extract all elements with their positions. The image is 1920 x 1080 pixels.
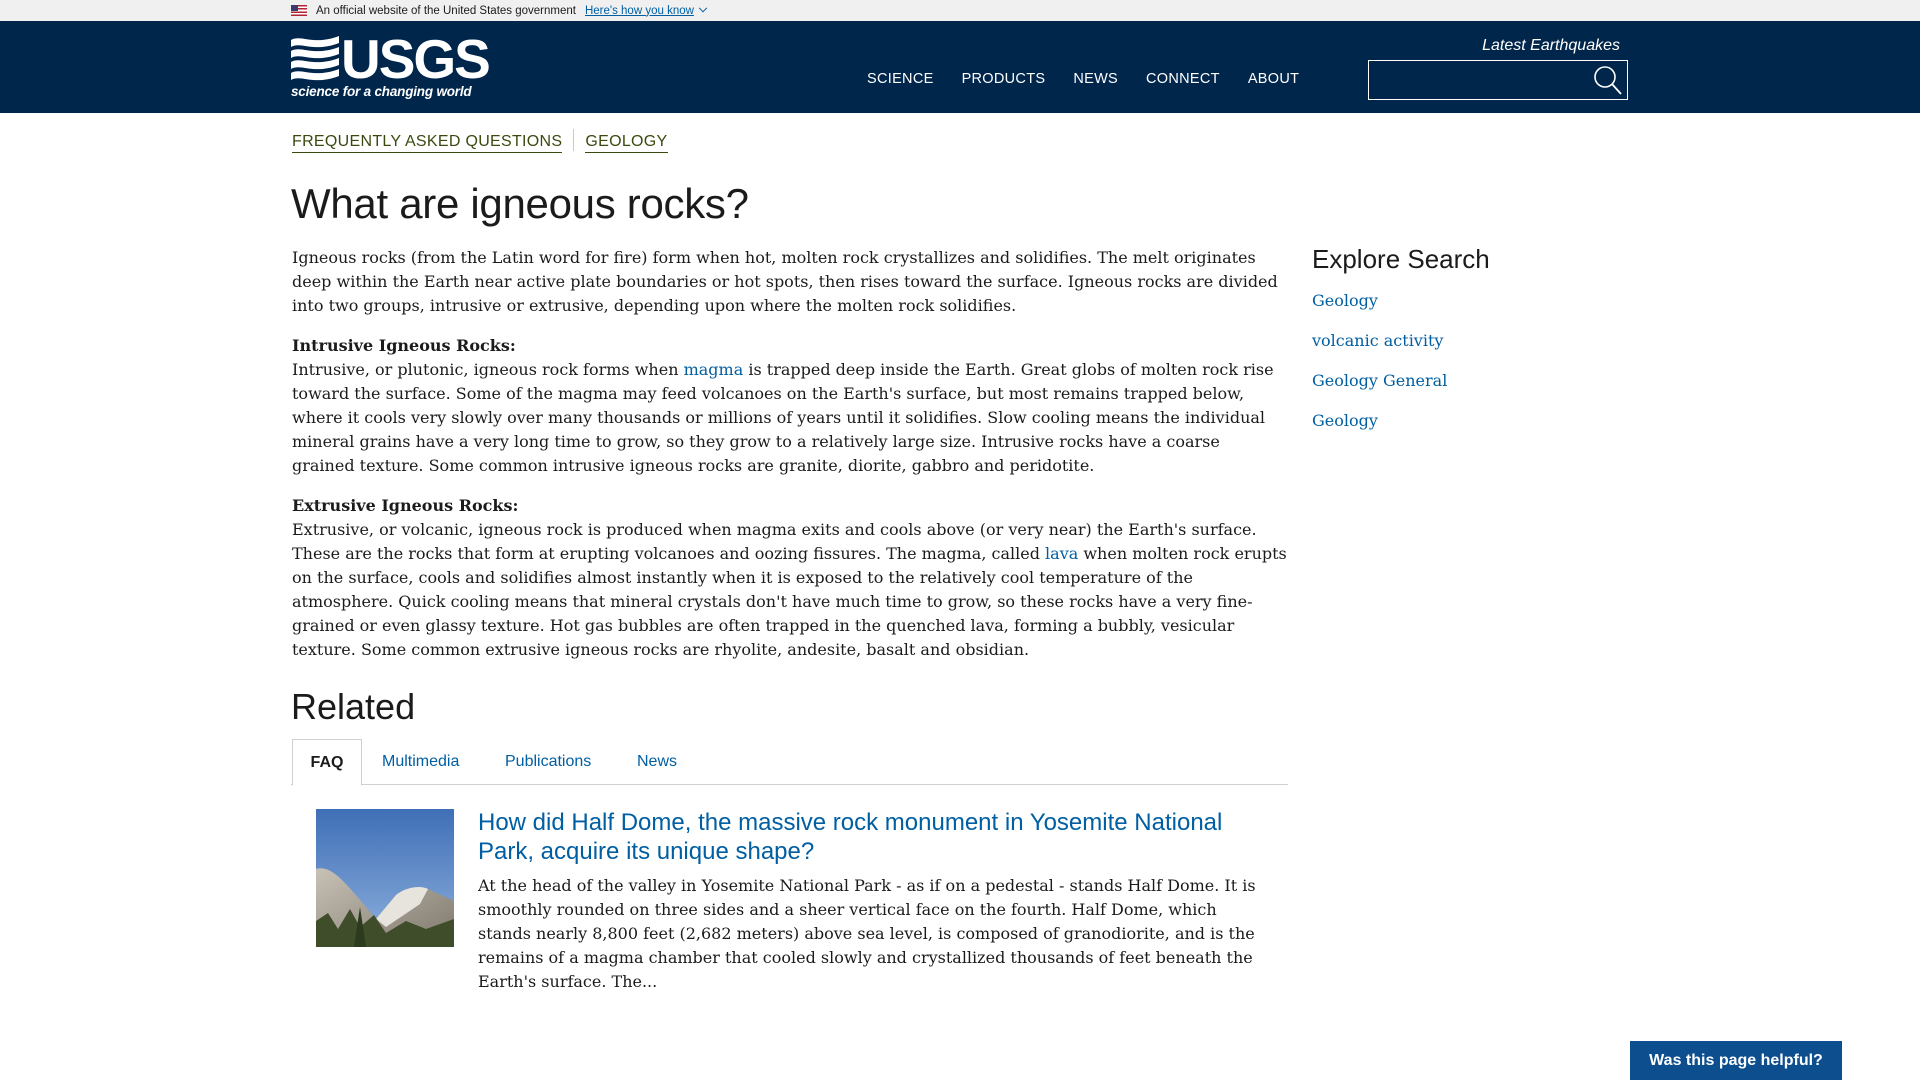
intrusive-heading: Intrusive Igneous Rocks: [292, 336, 516, 355]
usgs-logo[interactable]: USGS science for a changing world [291, 28, 491, 102]
breadcrumb-divider [573, 129, 575, 151]
site-header: USGS science for a changing world SCIENC… [0, 21, 1920, 113]
heres-how-you-know-link[interactable]: Here's how you know [585, 3, 708, 17]
breadcrumb-geology[interactable]: GEOLOGY [585, 133, 668, 153]
usgs-waves-icon [291, 36, 339, 81]
lava-link[interactable]: lava [1045, 544, 1078, 563]
logo-wordmark: USGS [341, 28, 491, 90]
search-button[interactable] [1587, 61, 1627, 99]
tab-faq[interactable]: FAQ [292, 739, 362, 786]
extrusive-heading: Extrusive Igneous Rocks: [292, 496, 519, 515]
half-dome-faq-summary: At the head of the valley in Yosemite Na… [478, 876, 1256, 991]
explore-link-geology-2[interactable]: Geology [1312, 411, 1447, 451]
half-dome-image [316, 809, 454, 947]
tab-publications[interactable]: Publications [505, 739, 591, 785]
nav-science[interactable]: SCIENCE [867, 71, 934, 87]
chevron-down-icon [698, 3, 708, 12]
explore-search-title: Explore Search [1312, 244, 1490, 274]
latest-earthquakes-link[interactable]: Latest Earthquakes [1482, 37, 1620, 55]
explore-link-geology[interactable]: Geology [1312, 291, 1447, 331]
magma-link[interactable]: magma [684, 360, 744, 379]
related-heading: Related [291, 686, 416, 727]
search-input[interactable] [1368, 60, 1628, 100]
search-icon [1594, 66, 1622, 95]
explore-link-geology-general[interactable]: Geology General [1312, 371, 1447, 411]
article-intro: Igneous rocks (from the Latin word for f… [292, 248, 1278, 315]
nav-connect[interactable]: CONNECT [1146, 71, 1220, 87]
heres-how-you-know-label[interactable]: Here's how you know [585, 5, 694, 17]
nav-products[interactable]: PRODUCTS [962, 71, 1046, 87]
extrusive-section: Extrusive Igneous Rocks: Extrusive, or v… [292, 494, 1287, 662]
breadcrumb: FREQUENTLY ASKED QUESTIONS GEOLOGY [292, 129, 668, 153]
half-dome-faq-link[interactable]: How did Half Dome, the massive rock monu… [478, 808, 1278, 866]
tab-multimedia[interactable]: Multimedia [382, 739, 459, 785]
main-nav: SCIENCE PRODUCTS NEWS CONNECT ABOUT [867, 71, 1327, 87]
nav-news[interactable]: NEWS [1073, 71, 1118, 87]
breadcrumb-faq[interactable]: FREQUENTLY ASKED QUESTIONS [292, 133, 563, 153]
page-helpful-button[interactable]: Was this page helpful? [1630, 1041, 1842, 1080]
page-title: What are igneous rocks? [291, 180, 749, 227]
explore-link-volcanic-activity[interactable]: volcanic activity [1312, 331, 1447, 371]
nav-about[interactable]: ABOUT [1248, 71, 1299, 87]
us-flag-icon [291, 5, 307, 16]
gov-banner-content: An official website of the United States… [291, 0, 708, 21]
intrusive-section: Intrusive Igneous Rocks: Intrusive, or p… [292, 334, 1287, 478]
related-tabs: FAQ Multimedia Publications News [291, 739, 1288, 786]
half-dome-thumbnail[interactable] [316, 809, 454, 947]
gov-banner: An official website of the United States… [0, 0, 1920, 21]
explore-search-list: Geology volcanic activity Geology Genera… [1312, 291, 1447, 451]
intrusive-text-pre: Intrusive, or plutonic, igneous rock for… [292, 360, 684, 379]
gov-banner-text: An official website of the United States… [316, 4, 576, 17]
tab-news[interactable]: News [637, 739, 677, 785]
logo-tagline: science for a changing world [291, 84, 472, 99]
article-body: Igneous rocks (from the Latin word for f… [292, 246, 1287, 678]
